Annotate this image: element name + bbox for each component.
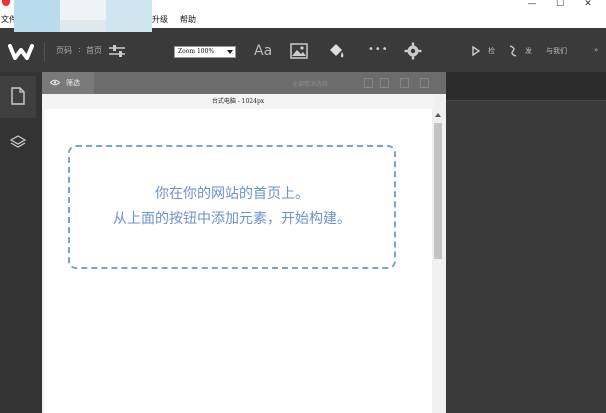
toolbar-divider [44, 42, 45, 62]
sidebar-item-pages[interactable] [0, 76, 36, 118]
canvas-area: 筛选 全部取消选择 台式电脑 - 1024px 你在你的网站的首页上。 从上面的… [42, 72, 446, 413]
paste-icon[interactable] [380, 78, 389, 88]
minimize-button[interactable]: — [520, 0, 544, 12]
right-panel-header [446, 72, 606, 101]
share-icon[interactable] [506, 40, 520, 62]
eye-icon [50, 79, 60, 86]
hint-line-2: 从上面的按钮中添加元素，开始构建。 [113, 211, 351, 227]
brand-logo-icon[interactable] [8, 42, 34, 62]
play-icon[interactable] [470, 40, 482, 62]
title-bar: 文件 升级 帮助 — ☐ ✕ [0, 0, 606, 34]
right-panel [446, 72, 606, 413]
hint-line-1: 你在你的网站的首页上。 [155, 186, 309, 202]
copy-icon[interactable] [364, 78, 373, 88]
menu-upgrade[interactable]: 升级 [152, 13, 168, 27]
filter-tab[interactable]: 筛选 [42, 72, 94, 94]
layers-icon [10, 135, 26, 148]
canvas-toolbar: 筛选 全部取消选择 [42, 72, 446, 94]
empty-dropzone[interactable]: 你在你的网站的首页上。 从上面的按钮中添加元素，开始构建。 [68, 145, 396, 269]
main-toolbar: 页码 : 首页 Zoom 100% Aa ••• 检 发 与我们 » [0, 32, 606, 72]
close-button[interactable]: ✕ [576, 0, 600, 12]
filter-tab-label: 筛选 [66, 79, 80, 87]
scroll-thumb[interactable] [434, 123, 442, 259]
page-label: 页码 [56, 46, 72, 55]
gear-icon[interactable] [402, 40, 424, 62]
zoom-select[interactable]: Zoom 100% [174, 46, 236, 58]
menu-help[interactable]: 帮助 [180, 13, 196, 27]
scroll-up-icon[interactable] [435, 113, 441, 117]
sliders-icon[interactable] [106, 40, 128, 62]
sidebar-item-layers[interactable] [0, 130, 36, 160]
image-icon[interactable] [288, 40, 310, 62]
page-separator: : [78, 45, 81, 54]
page-value[interactable]: 首页 [86, 45, 102, 56]
font-button[interactable]: Aa [254, 43, 272, 59]
duplicate-icon[interactable] [400, 78, 409, 88]
preview-button[interactable]: 检 [488, 46, 495, 56]
deselect-all-button[interactable]: 全部取消选择 [292, 79, 328, 88]
page-icon [11, 87, 25, 105]
blurred-region [14, 0, 152, 34]
maximize-button[interactable]: ☐ [548, 0, 572, 12]
more-right-icon[interactable]: » [594, 46, 598, 54]
more-button[interactable]: ••• [368, 44, 389, 55]
publish-button[interactable]: 发 [525, 46, 532, 56]
app-logo-icon [2, 0, 10, 6]
vertical-scrollbar[interactable] [432, 109, 444, 413]
chevron-down-icon [227, 50, 233, 54]
contact-link[interactable]: 与我们 [546, 46, 567, 56]
paint-bucket-icon[interactable] [326, 40, 348, 62]
left-sidebar [0, 72, 42, 413]
device-label: 台式电脑 - 1024px [42, 94, 434, 109]
page-canvas[interactable]: 你在你的网站的首页上。 从上面的按钮中添加元素，开始构建。 [44, 109, 432, 413]
app-window: 文件 升级 帮助 — ☐ ✕ 页码 : 首页 Zoom 100% Aa ••• … [0, 0, 606, 413]
trash-icon[interactable] [420, 78, 429, 88]
zoom-value: Zoom 100% [178, 48, 215, 55]
